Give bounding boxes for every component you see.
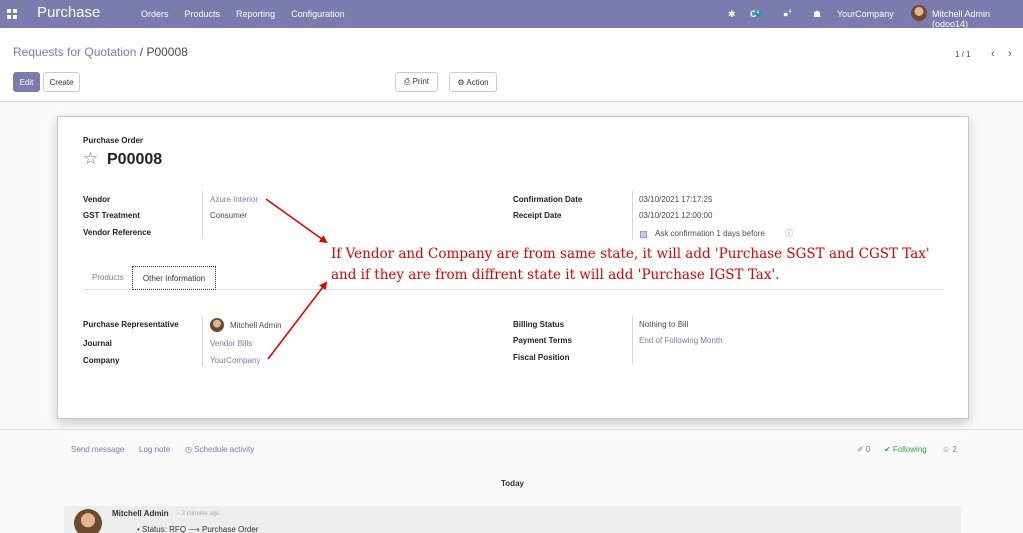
annotation-line-1: If Vendor and Company are from same stat… (331, 246, 930, 262)
send-message-button[interactable]: Send message (71, 445, 124, 454)
status-arrow-icon: ⟶ (188, 525, 200, 533)
followers-count[interactable]: ☺ 2 (942, 445, 957, 454)
chatter-topbar: Send message Log note ◷ Schedule activit… (0, 440, 1023, 460)
message-author[interactable]: Mitchell Admin (112, 509, 169, 518)
message-tracking: • Status: RFQ ⟶ Purchase Order (137, 525, 259, 533)
status-old: Status: RFQ (142, 525, 187, 533)
arrow-to-company (267, 281, 328, 360)
schedule-activity-button[interactable]: ◷ Schedule activity (185, 445, 254, 454)
following-button[interactable]: ✔ Following (884, 445, 927, 454)
chatter-message: Mitchell Admin - 3 minutes ago • Status:… (64, 506, 961, 533)
status-new: Purchase Order (201, 525, 259, 533)
message-time: - 3 minutes ago (178, 511, 220, 517)
message-author-avatar[interactable] (74, 509, 102, 533)
today-separator: Today (501, 479, 524, 488)
attachments-count[interactable]: ✐ 0 (857, 445, 870, 454)
arrow-to-vendor (265, 198, 328, 244)
chatter-divider (0, 429, 1023, 430)
annotation-line-2: and if they are from diffrent state it w… (331, 267, 780, 283)
log-note-button[interactable]: Log note (139, 445, 170, 454)
